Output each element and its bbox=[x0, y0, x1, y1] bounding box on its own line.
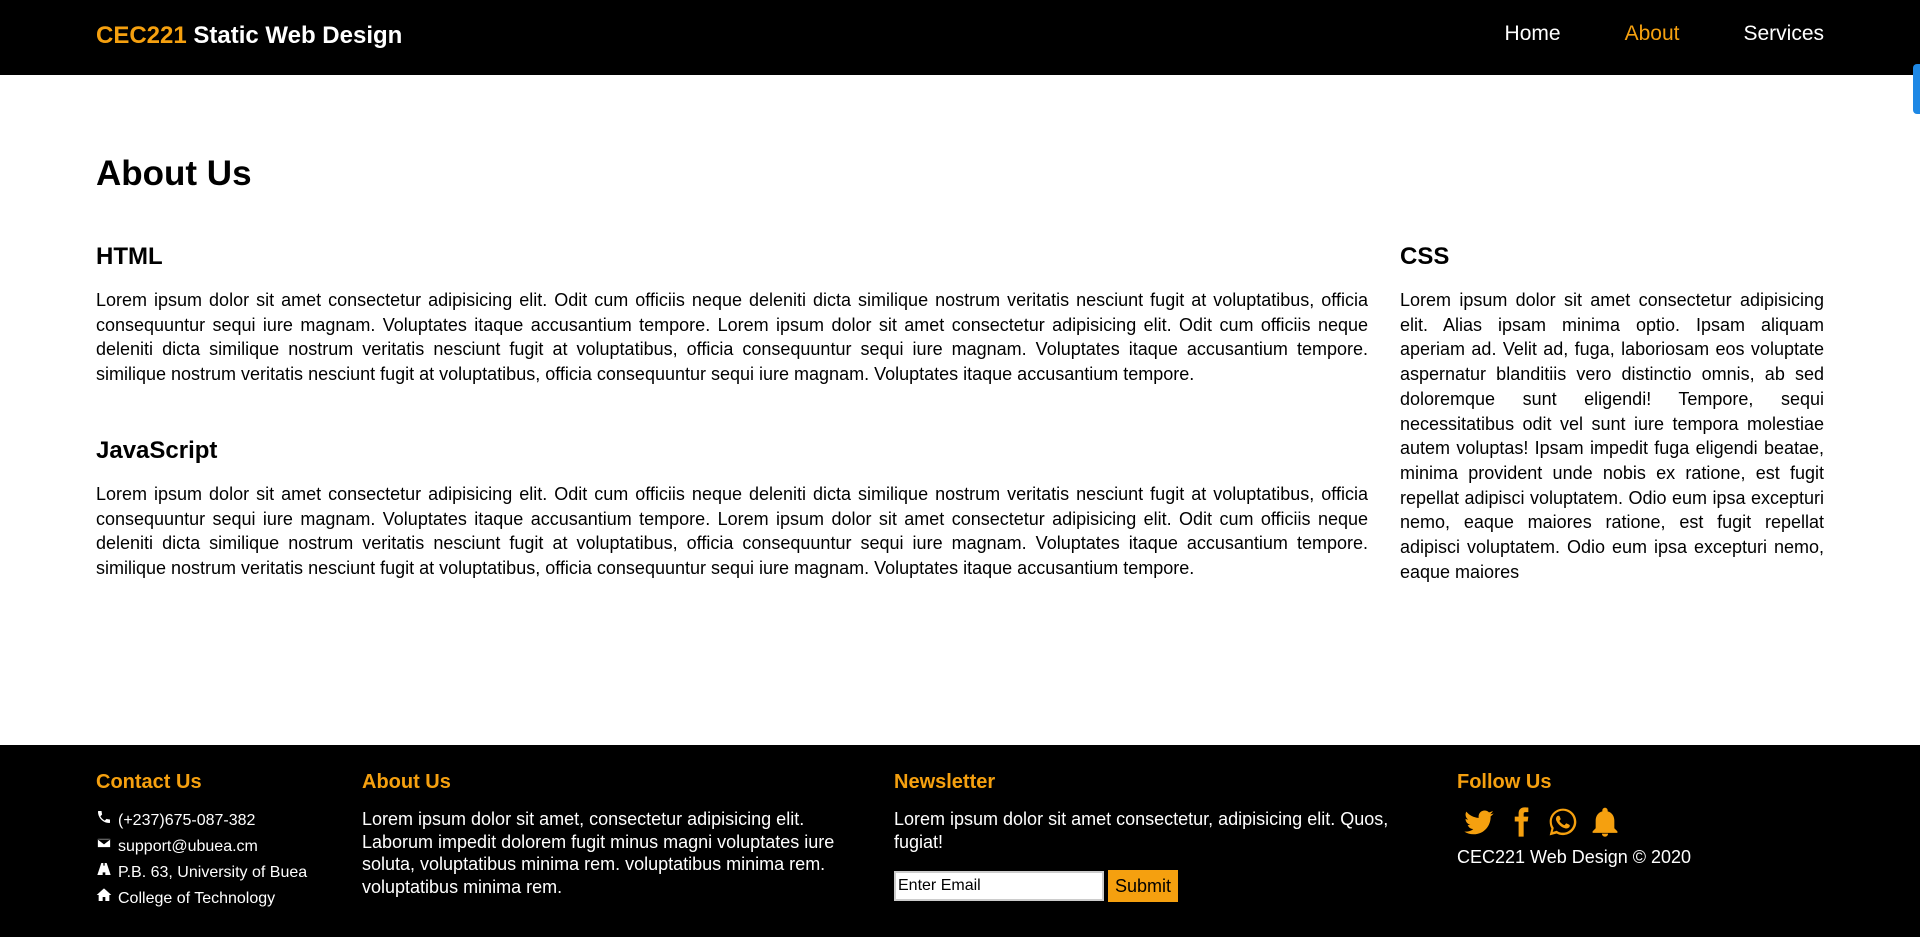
nav-services-link[interactable]: Services bbox=[1743, 22, 1824, 46]
contact-college: College of Technology bbox=[96, 886, 336, 912]
newsletter-email-input[interactable] bbox=[894, 871, 1104, 901]
brand-title: Static Web Design bbox=[186, 22, 403, 49]
newsletter-form: Submit bbox=[894, 870, 1424, 902]
newsletter-submit-button[interactable]: Submit bbox=[1108, 870, 1179, 902]
site-header: CEC221 Static Web Design Home About Serv… bbox=[0, 0, 1920, 75]
javascript-text: Lorem ipsum dolor sit amet consectetur a… bbox=[96, 483, 1368, 578]
javascript-heading: JavaScript bbox=[96, 436, 218, 464]
follow-heading: Follow Us bbox=[1457, 771, 1552, 793]
footer-about-heading: About Us bbox=[362, 771, 451, 793]
contact-phone-text: (+237)675-087-382 bbox=[118, 812, 256, 829]
page-title: About Us bbox=[96, 154, 252, 193]
brand-accent: CEC221 bbox=[96, 22, 187, 49]
contact-phone: (+237)675-087-382 bbox=[96, 808, 336, 834]
road-icon bbox=[96, 860, 112, 886]
newsletter-column: Newsletter Lorem ipsum dolor sit amet co… bbox=[894, 769, 1424, 902]
site-brand[interactable]: CEC221 Static Web Design bbox=[96, 22, 402, 50]
whatsapp-icon[interactable] bbox=[1547, 806, 1579, 838]
contact-email-text: support@ubuea.cm bbox=[118, 838, 258, 855]
html-text: Lorem ipsum dolor sit amet consectetur a… bbox=[96, 290, 1368, 385]
nav-home-link[interactable]: Home bbox=[1505, 22, 1561, 46]
contact-heading: Contact Us bbox=[96, 771, 202, 793]
follow-column: Follow Us CEC221 Web Design © 2020 bbox=[1457, 769, 1837, 868]
bell-icon[interactable] bbox=[1589, 806, 1621, 838]
site-footer: Contact Us (+237)675-087-382 support@ubu… bbox=[0, 745, 1920, 937]
newsletter-heading: Newsletter bbox=[894, 771, 996, 793]
contact-address-text: P.B. 63, University of Buea bbox=[118, 864, 308, 881]
scroll-indicator[interactable] bbox=[1913, 64, 1920, 114]
contact-column: Contact Us (+237)675-087-382 support@ubu… bbox=[96, 769, 336, 912]
html-heading: HTML bbox=[96, 243, 163, 270]
twitter-icon[interactable] bbox=[1463, 806, 1495, 838]
envelope-icon bbox=[96, 834, 112, 860]
footer-about-text: Lorem ipsum dolor sit amet, consectetur … bbox=[362, 809, 835, 897]
copyright-text: CEC221 Web Design © 2020 bbox=[1457, 847, 1692, 867]
javascript-section: JavaScript Lorem ipsum dolor sit amet co… bbox=[96, 434, 1368, 581]
main-nav: Home About Services bbox=[1505, 22, 1824, 46]
phone-icon bbox=[96, 808, 112, 834]
footer-about-column: About Us Lorem ipsum dolor sit amet, con… bbox=[362, 769, 867, 898]
nav-about-link[interactable]: About bbox=[1625, 22, 1680, 46]
home-icon bbox=[96, 886, 112, 912]
main-column: HTML Lorem ipsum dolor sit amet consecte… bbox=[96, 240, 1368, 581]
contact-college-text: College of Technology bbox=[118, 890, 276, 907]
css-text: Lorem ipsum dolor sit amet consectetur a… bbox=[1400, 290, 1824, 582]
social-links bbox=[1463, 806, 1837, 838]
facebook-icon[interactable] bbox=[1505, 806, 1537, 838]
newsletter-text: Lorem ipsum dolor sit amet consectetur, … bbox=[894, 809, 1389, 852]
css-section: CSS Lorem ipsum dolor sit amet consectet… bbox=[1400, 240, 1824, 584]
contact-email: support@ubuea.cm bbox=[96, 834, 336, 860]
contact-address: P.B. 63, University of Buea bbox=[96, 860, 336, 886]
html-section: HTML Lorem ipsum dolor sit amet consecte… bbox=[96, 240, 1368, 387]
css-heading: CSS bbox=[1400, 243, 1450, 270]
